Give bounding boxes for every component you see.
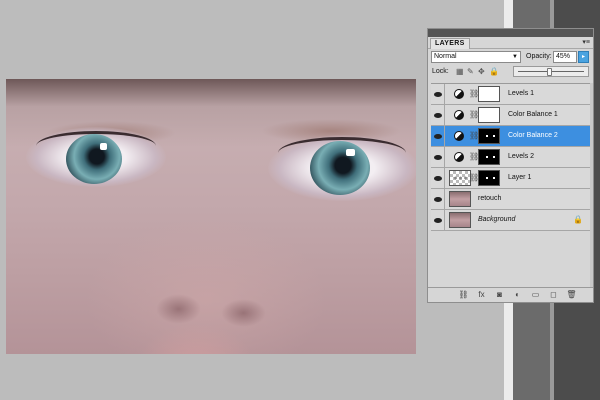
layer-name: retouch <box>478 195 502 202</box>
adjustment-icon[interactable]: ◐ <box>512 290 523 300</box>
panel-titlebar[interactable] <box>428 29 593 37</box>
blend-mode-value: Normal <box>434 53 457 60</box>
layer-mask-thumbnail[interactable] <box>478 149 500 165</box>
layers-list: ⛓ Levels 1 ⛓ Color Balance 1 ⛓ Color Balance … <box>431 83 591 286</box>
layer-row[interactable]: ⛓ Color Balance 2 <box>431 126 591 147</box>
eye-icon[interactable] <box>431 147 445 167</box>
lock-icon: 🔒 <box>573 215 583 224</box>
right-iris <box>310 141 370 195</box>
eye-icon[interactable] <box>431 126 445 146</box>
layer-mask-thumbnail[interactable] <box>478 86 500 102</box>
right-eye-glint <box>346 149 355 156</box>
fx-icon[interactable]: fx <box>476 290 487 300</box>
photo-canvas[interactable] <box>6 79 416 354</box>
panel-tab-bar: LAYERS ▾≡ <box>428 37 593 49</box>
layers-panel: LAYERS ▾≡ Normal ▼ Opacity: 45% ▸ Lock: … <box>427 28 594 303</box>
layer-thumbnail[interactable] <box>449 212 471 228</box>
layer-mask-thumbnail[interactable] <box>478 128 500 144</box>
link-icon[interactable]: ⛓ <box>458 290 469 300</box>
opacity-slider-knob[interactable] <box>546 68 552 76</box>
adjustment-layer-icon[interactable] <box>454 131 464 141</box>
lock-all-icon[interactable]: 🔒 <box>489 68 499 76</box>
layer-name: Levels 1 <box>508 90 535 97</box>
layer-thumbnail[interactable] <box>449 170 471 186</box>
left-iris <box>66 134 122 184</box>
layer-name: Layer 1 <box>508 174 532 181</box>
adjustment-layer-icon[interactable] <box>454 89 464 99</box>
chevron-down-icon: ▼ <box>512 54 518 60</box>
group-icon[interactable]: ▭ <box>530 290 541 300</box>
left-nostril <box>156 294 201 324</box>
layer-row[interactable]: ⛓ Layer 1 <box>431 168 591 189</box>
opacity-label: Opacity: <box>526 53 552 60</box>
mask-icon[interactable]: ◙ <box>494 290 505 300</box>
eye-icon[interactable] <box>431 84 445 104</box>
eye-icon[interactable] <box>431 210 445 230</box>
new-layer-icon[interactable]: ◻ <box>548 290 559 300</box>
layer-name: Color Balance 1 <box>508 111 558 118</box>
layer-name: Background <box>478 216 516 223</box>
layer-row[interactable]: Background 🔒 <box>431 210 591 231</box>
lock-transparency-icon[interactable]: ▦ <box>456 68 464 76</box>
lock-label: Lock: <box>432 68 449 75</box>
adjustment-layer-icon[interactable] <box>454 110 464 120</box>
opacity-slider[interactable] <box>513 66 589 77</box>
adjustment-layer-icon[interactable] <box>454 152 464 162</box>
left-eye-glint <box>100 143 107 150</box>
layer-name: Levels 2 <box>508 153 535 160</box>
eye-icon[interactable] <box>431 168 445 188</box>
lock-position-icon[interactable]: ✥ <box>478 68 486 76</box>
layer-mask-thumbnail[interactable] <box>478 107 500 123</box>
eye-icon[interactable] <box>431 189 445 209</box>
layer-mask-thumbnail[interactable] <box>478 170 500 186</box>
layer-row[interactable]: ⛓ Levels 1 <box>431 84 591 105</box>
opacity-input[interactable]: 45% <box>553 51 577 63</box>
blend-mode-select[interactable]: Normal ▼ <box>431 51 521 63</box>
panel-footer: ⛓ fx ◙ ◐ ▭ ◻ 🗑 <box>428 287 593 302</box>
layer-row[interactable]: retouch <box>431 189 591 210</box>
layer-thumbnail[interactable] <box>449 191 471 207</box>
layer-row[interactable]: ⛓ Levels 2 <box>431 147 591 168</box>
layers-scrollbar[interactable] <box>590 83 593 288</box>
trash-icon[interactable]: 🗑 <box>566 290 577 300</box>
eye-icon[interactable] <box>431 105 445 125</box>
opacity-dropdown-button[interactable]: ▸ <box>578 51 589 63</box>
lock-image-icon[interactable]: ✎ <box>467 68 475 76</box>
layer-row[interactable]: ⛓ Color Balance 1 <box>431 105 591 126</box>
layer-name: Color Balance 2 <box>508 132 558 139</box>
lock-row: Lock: ▦ ✎ ✥ 🔒 <box>428 65 593 79</box>
right-nostril <box>221 299 266 327</box>
blend-row: Normal ▼ Opacity: 45% ▸ <box>428 49 593 65</box>
tab-layers[interactable]: LAYERS <box>430 38 470 49</box>
panel-menu-icon[interactable]: ▾≡ <box>582 38 590 46</box>
